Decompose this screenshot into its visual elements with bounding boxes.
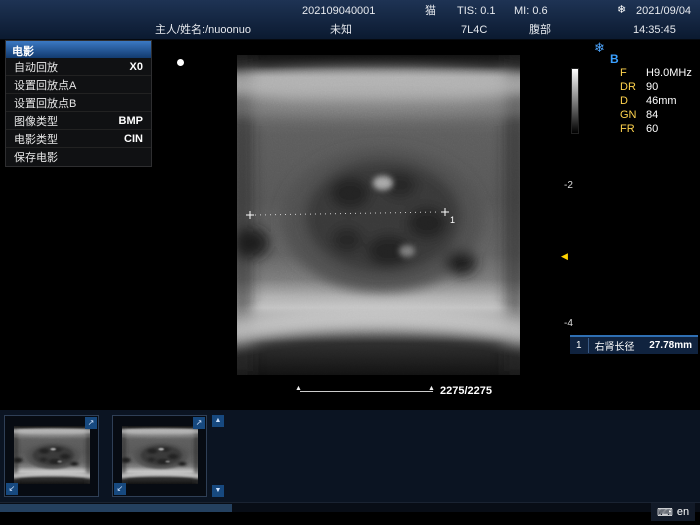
- cine-end-marker-icon[interactable]: ▲: [428, 385, 435, 392]
- owner-name: 主人/姓名:/nuoonuo: [155, 23, 251, 37]
- menu-item-value: BMP: [119, 115, 143, 127]
- param-frame-rate: FR 60: [620, 122, 692, 136]
- thumbnail-1[interactable]: ↙ ↗: [4, 415, 99, 497]
- depth-mark-2: -2: [564, 180, 573, 191]
- param-label: FR: [620, 122, 646, 136]
- preset-label: 腹部: [529, 23, 551, 37]
- patient-info-bar: 202109040001 猫 TIS: 0.1 MI: 0.6 ❄ 2021/0…: [0, 0, 700, 40]
- mi-value: MI: 0.6: [514, 4, 548, 18]
- mode-indicator: B: [610, 52, 619, 66]
- cine-menu-title: 电影: [6, 41, 151, 58]
- menu-item-label: 图像类型: [14, 113, 58, 129]
- menu-item-cine-type[interactable]: 电影类型 CIN: [6, 130, 151, 148]
- species-label: 猫: [425, 4, 436, 18]
- param-value: H9.0MHz: [646, 66, 692, 80]
- thumbnail-strip: ↙ ↗ ↙ ↗ ▲ ▼: [0, 410, 700, 502]
- caliper-cross-b[interactable]: [441, 208, 449, 216]
- caliper-overlay: 1: [237, 55, 520, 375]
- keyboard-icon: ⌨: [657, 506, 673, 519]
- exam-date: 2021/09/04: [636, 4, 691, 18]
- thumbnail-expand-icon[interactable]: ↙: [114, 483, 126, 495]
- scrollbar-thumb[interactable]: [0, 504, 232, 512]
- param-label: DR: [620, 80, 646, 94]
- thumbnail-open-icon[interactable]: ↗: [193, 417, 205, 429]
- param-dynamic-range: DR 90: [620, 80, 692, 94]
- thumbnail-image: [14, 426, 90, 484]
- menu-item-image-type[interactable]: 图像类型 BMP: [6, 112, 151, 130]
- param-label: GN: [620, 108, 646, 122]
- ultrasound-image[interactable]: 1: [237, 55, 520, 375]
- thumb-scroll-up-icon[interactable]: ▲: [212, 415, 224, 427]
- thumb-scroll-down-icon[interactable]: ▼: [212, 485, 224, 497]
- exam-time: 14:35:45: [633, 23, 676, 37]
- param-value: 84: [646, 108, 658, 122]
- ime-indicator[interactable]: ⌨ en: [651, 503, 695, 521]
- menu-item-label: 设置回放点B: [14, 95, 76, 111]
- menu-item-label: 电影类型: [14, 131, 58, 147]
- menu-item-value: X0: [130, 61, 143, 73]
- image-parameters: F H9.0MHz DR 90 D 46mm GN 84 FR 60: [620, 66, 692, 136]
- caliper-line: [255, 212, 439, 215]
- param-frequency: F H9.0MHz: [620, 66, 692, 80]
- param-gain: GN 84: [620, 108, 692, 122]
- gender-label: 未知: [330, 23, 352, 37]
- thumbnail-image: [122, 426, 198, 484]
- param-value: 90: [646, 80, 658, 94]
- menu-item-label: 保存电影: [14, 149, 58, 165]
- param-label: D: [620, 94, 646, 108]
- param-value: 60: [646, 122, 658, 136]
- caliper-cross-a[interactable]: [246, 211, 254, 219]
- menu-item-label: 自动回放: [14, 59, 58, 75]
- measurement-value: 27.78mm: [649, 340, 692, 351]
- exam-id: 202109040001: [302, 4, 375, 18]
- param-depth: D 46mm: [620, 94, 692, 108]
- cine-progress-bar[interactable]: [300, 391, 433, 392]
- cine-menu: 电影 自动回放 X0 设置回放点A 设置回放点B 图像类型 BMP 电影类型 C…: [5, 40, 152, 167]
- thumbnail-open-icon[interactable]: ↗: [85, 417, 97, 429]
- tis-value: TIS: 0.1: [457, 4, 496, 18]
- caliper-number-label: 1: [450, 215, 455, 225]
- menu-item-set-point-a[interactable]: 设置回放点A: [6, 76, 151, 94]
- thumbnail-expand-icon[interactable]: ↙: [6, 483, 18, 495]
- measurement-index: 1: [576, 340, 582, 351]
- measurement-label: 右肾长径: [588, 338, 635, 353]
- focus-marker-icon[interactable]: ◀: [561, 251, 568, 262]
- param-label: F: [620, 66, 646, 80]
- depth-mark-4: -4: [564, 318, 573, 329]
- menu-item-auto-playback[interactable]: 自动回放 X0: [6, 58, 151, 76]
- menu-item-value: CIN: [124, 133, 143, 145]
- frame-counter: 2275/2275: [440, 385, 492, 397]
- horizontal-scrollbar[interactable]: [0, 502, 700, 512]
- ultrasound-app: 202109040001 猫 TIS: 0.1 MI: 0.6 ❄ 2021/0…: [0, 0, 700, 525]
- snowflake-icon: ❄: [617, 3, 626, 17]
- probe-label: 7L4C: [461, 23, 487, 37]
- param-value: 46mm: [646, 94, 677, 108]
- grayscale-bar: [571, 68, 579, 134]
- ime-language-label: en: [677, 506, 689, 518]
- menu-item-set-point-b[interactable]: 设置回放点B: [6, 94, 151, 112]
- record-indicator-dot: [177, 59, 184, 66]
- freeze-icon: ❄: [594, 40, 605, 56]
- measurement-result: 1 右肾长径 27.78mm: [570, 335, 698, 354]
- menu-item-label: 设置回放点A: [14, 77, 76, 93]
- cine-start-marker-icon[interactable]: ▲: [295, 385, 302, 392]
- thumbnail-2[interactable]: ↙ ↗: [112, 415, 207, 497]
- menu-item-save-cine[interactable]: 保存电影: [6, 148, 151, 166]
